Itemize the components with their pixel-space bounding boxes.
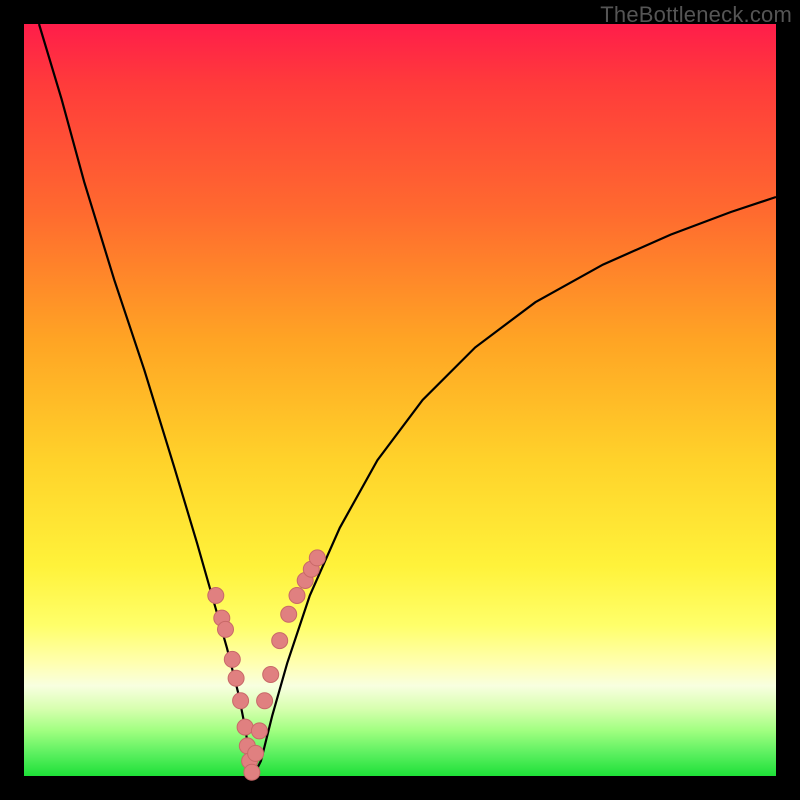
data-point — [244, 764, 260, 780]
data-point-group — [208, 550, 325, 780]
chart-frame: TheBottleneck.com — [0, 0, 800, 800]
watermark-text: TheBottleneck.com — [600, 2, 792, 28]
data-point — [263, 667, 279, 683]
data-point — [309, 550, 325, 566]
data-point — [233, 693, 249, 709]
data-point — [272, 633, 288, 649]
data-point — [228, 670, 244, 686]
data-point — [208, 588, 224, 604]
chart-overlay — [24, 24, 776, 776]
data-point — [281, 606, 297, 622]
data-point — [224, 651, 240, 667]
data-point — [289, 588, 305, 604]
data-point — [251, 723, 267, 739]
data-point — [248, 745, 264, 761]
data-point — [257, 693, 273, 709]
data-point — [218, 621, 234, 637]
bottleneck-curve — [39, 24, 776, 776]
data-point — [237, 719, 253, 735]
